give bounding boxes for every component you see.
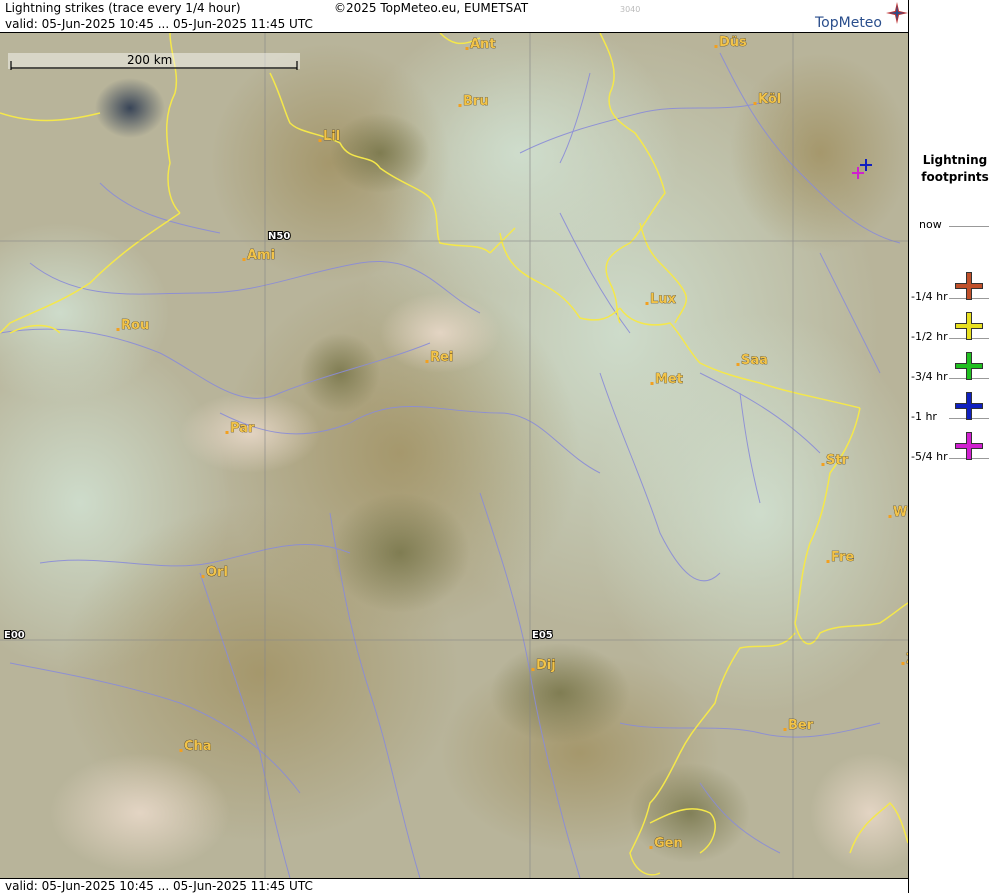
product-code: 3040 <box>620 5 641 14</box>
legend-row: -1/2 hr <box>909 296 1000 343</box>
map-title: Lightning strikes (trace every 1/4 hour) <box>5 1 241 15</box>
city-marker: Lux <box>645 292 677 307</box>
legend-divider <box>949 226 989 227</box>
city-label: Rei <box>430 350 453 365</box>
city-marker: Gen <box>649 836 683 851</box>
city-marker: Ber <box>783 718 814 733</box>
legend-panel: Lightning footprints now -1/4 hr -1/2 hr -3… <box>908 0 1000 893</box>
city-label: Saa <box>741 353 768 368</box>
city-marker: Ant <box>465 37 496 52</box>
city-marker: Bru <box>458 94 489 109</box>
legend-label: -5/4 hr <box>911 450 948 463</box>
city-label: Ami <box>247 248 275 263</box>
city-marker: Saa <box>736 353 768 368</box>
city-label: Ant <box>470 37 496 52</box>
city-label: Bru <box>463 94 489 109</box>
legend-row: -1/4 hr <box>909 256 1000 303</box>
map-footer: valid: 05-Jun-2025 10:45 ... 05-Jun-2025… <box>0 878 908 894</box>
city-marker: Dij <box>531 658 556 673</box>
grid-label-e05: E05 <box>532 630 553 641</box>
map-header: Lightning strikes (trace every 1/4 hour)… <box>0 0 908 33</box>
legend-cross-icon <box>955 432 983 460</box>
footer-valid-time: valid: 05-Jun-2025 10:45 ... 05-Jun-2025… <box>5 879 313 893</box>
city-marker: Köl <box>753 92 782 107</box>
legend-row: -3/4 hr <box>909 336 1000 383</box>
city-label: Fre <box>831 550 854 565</box>
city-marker: Orl <box>201 565 228 580</box>
scale-bar: 200 km <box>8 53 300 70</box>
legend-title-line2: footprints <box>921 170 989 184</box>
city-label: Met <box>655 372 683 387</box>
legend-row: now <box>909 216 1000 256</box>
city-label: Lil <box>323 129 340 144</box>
valid-time: valid: 05-Jun-2025 10:45 ... 05-Jun-2025… <box>5 17 313 31</box>
legend-label: now <box>919 218 942 231</box>
compass-star-icon <box>886 2 908 24</box>
city-label: Gen <box>654 836 683 851</box>
city-label: Par <box>230 421 255 436</box>
legend-title: Lightning footprints <box>909 152 1000 186</box>
city-label: Ber <box>788 718 814 733</box>
topmeteo-logo: TopMeteo <box>815 15 882 31</box>
legend-row: -1 hr <box>909 376 1000 423</box>
legend-row: -5/4 hr <box>909 416 1000 463</box>
city-label: Lux <box>650 292 677 307</box>
city-label: Dij <box>536 658 556 673</box>
city-label: Str <box>826 453 849 468</box>
city-marker: Ami <box>242 248 275 263</box>
city-label: Düs <box>719 35 747 50</box>
scale-label: 200 km <box>127 53 172 67</box>
city-marker: Fre <box>826 550 855 565</box>
city-label: Cha <box>184 739 212 754</box>
copyright: ©2025 TopMeteo.eu, EUMETSAT <box>334 1 529 15</box>
city-marker: Par <box>225 421 255 436</box>
city-label: Rou <box>121 318 149 333</box>
grid-label-n50: N50 <box>268 231 290 242</box>
city-marker: Rou <box>116 318 150 333</box>
city-marker: Str <box>821 453 849 468</box>
city-label: W <box>893 505 907 520</box>
city-marker: Cha <box>179 739 212 754</box>
grid-label-e00: E00 <box>4 630 25 641</box>
city-marker: Düs <box>714 35 747 50</box>
city-label: Orl <box>206 565 228 580</box>
city-label: Köl <box>758 92 781 107</box>
satellite-map[interactable]: N50 E00 E05 200 km Ant Düs Bru Köl Lil Ami Rou… <box>0 33 908 878</box>
city-marker: Met <box>650 372 683 387</box>
legend-title-line1: Lightning <box>922 153 988 167</box>
city-marker: Rei <box>425 350 454 365</box>
